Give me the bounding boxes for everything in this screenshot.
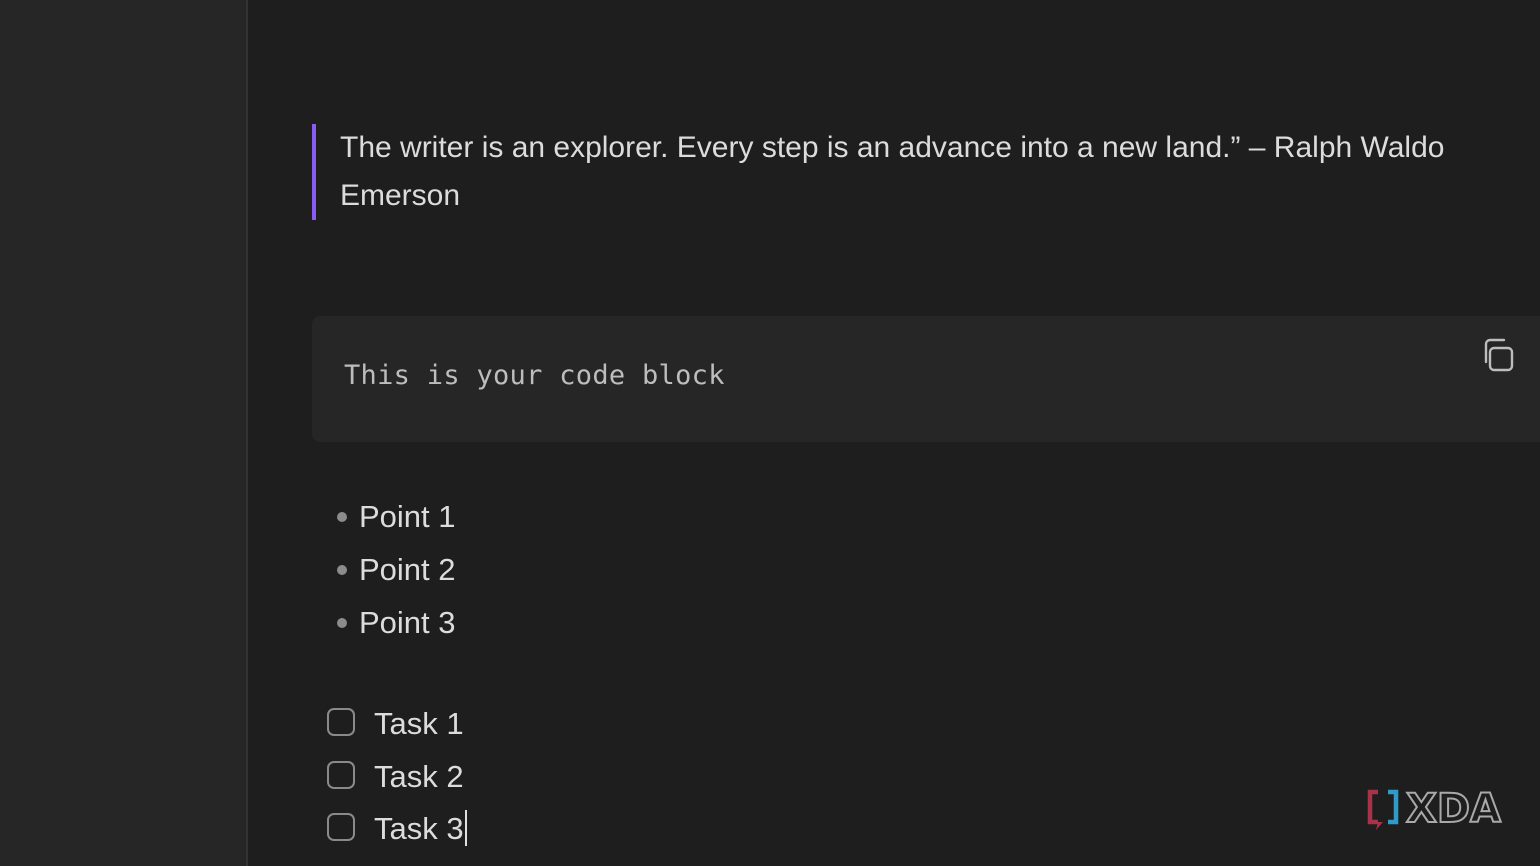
blockquote-text: The writer is an explorer. Every step is… xyxy=(340,131,1445,212)
task-list: Task 1 Task 2 Task 3 xyxy=(327,700,467,858)
task-item[interactable]: Task 1 xyxy=(327,700,467,753)
xda-logo-text: XDA xyxy=(1406,786,1501,832)
blockquote[interactable]: The writer is an explorer. Every step is… xyxy=(312,124,1540,220)
list-item-label: Point 2 xyxy=(359,552,456,587)
task-checkbox[interactable] xyxy=(327,708,355,736)
list-item-label: Point 1 xyxy=(359,499,456,534)
text-caret xyxy=(464,810,467,846)
app-window: The writer is an explorer. Every step is… xyxy=(0,0,1540,866)
bullet-dot-icon xyxy=(337,618,347,628)
bullet-dot-icon xyxy=(337,512,347,522)
list-item-label: Point 3 xyxy=(359,605,456,640)
list-item[interactable]: Point 1 xyxy=(336,493,456,546)
task-checkbox[interactable] xyxy=(327,813,355,841)
list-item[interactable]: Point 2 xyxy=(336,546,456,599)
task-item[interactable]: Task 3 xyxy=(327,805,467,858)
xda-logo-icon: XDA xyxy=(1367,786,1502,832)
task-label: Task 3 xyxy=(374,811,464,846)
task-item[interactable]: Task 2 xyxy=(327,753,467,806)
editor-pane[interactable]: The writer is an explorer. Every step is… xyxy=(248,0,1540,866)
task-checkbox[interactable] xyxy=(327,760,355,789)
list-item[interactable]: Point 3 xyxy=(336,599,456,652)
sidebar xyxy=(0,0,248,866)
code-block-text: This is your code block xyxy=(344,360,725,391)
bullet-list: Point 1 Point 2 Point 3 xyxy=(336,493,456,652)
copy-icon[interactable] xyxy=(1480,336,1520,376)
task-label: Task 1 xyxy=(374,706,464,741)
code-block[interactable]: This is your code block xyxy=(312,316,1540,442)
task-label: Task 2 xyxy=(374,758,464,794)
bullet-dot-icon xyxy=(337,565,347,575)
